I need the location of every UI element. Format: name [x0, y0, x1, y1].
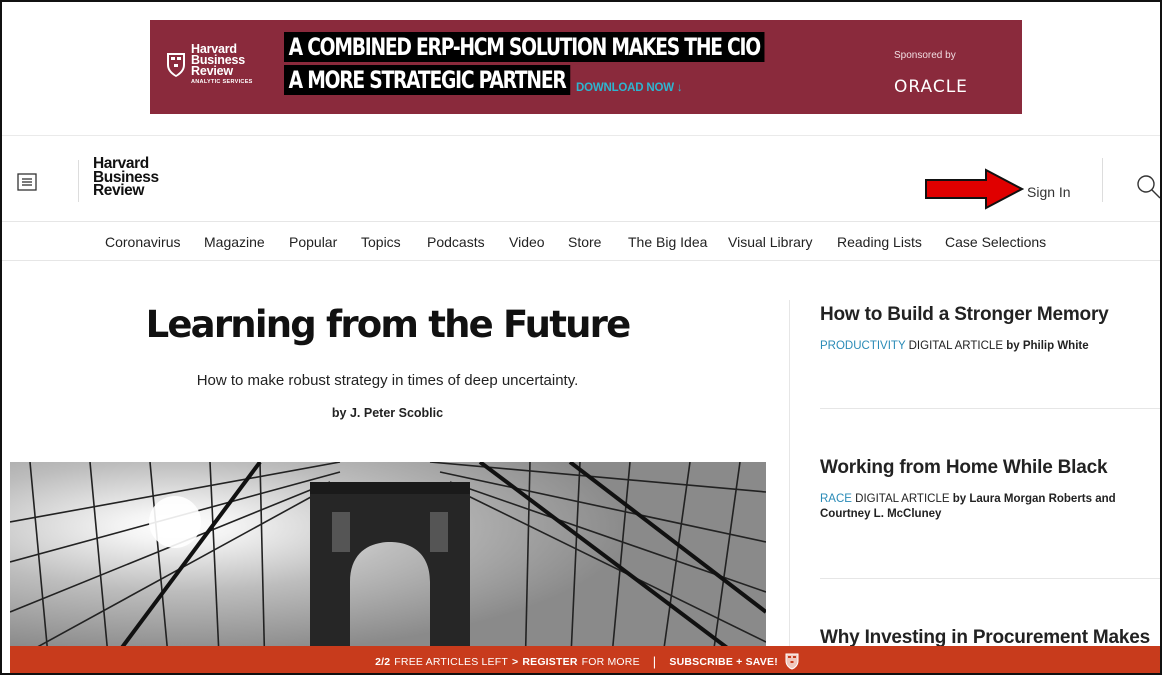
story-type: DIGITAL ARTICLE	[908, 340, 1003, 352]
nav-item-reading-lists[interactable]: Reading Lists	[837, 234, 922, 250]
story-title[interactable]: How to Build a Stronger Memory	[820, 303, 1160, 327]
divider	[820, 578, 1160, 579]
register-link[interactable]: REGISTER	[522, 656, 577, 668]
divider	[2, 221, 1160, 222]
feature-image-bridge[interactable]	[10, 462, 766, 675]
story-meta: PRODUCTIVITY DIGITAL ARTICLE by Philip W…	[820, 339, 1160, 354]
chevron-right-icon: >	[511, 655, 519, 668]
divider	[2, 135, 1160, 136]
feature-title[interactable]: Learning from the Future	[2, 303, 773, 346]
nav-item-topics[interactable]: Topics	[361, 234, 401, 250]
ad-headline: A COMBINED ERP-HCM SOLUTION MAKES THE CI…	[284, 32, 765, 98]
story-title[interactable]: Working from Home While Black	[820, 456, 1160, 480]
ad-banner[interactable]: Harvard Business Review ANALYTIC SERVICE…	[150, 20, 1022, 114]
sign-in-link[interactable]: Sign In	[1027, 184, 1071, 200]
ad-logo-subtitle: ANALYTIC SERVICES	[191, 79, 253, 85]
ad-sponsored-by: Sponsored by	[894, 50, 956, 61]
search-icon[interactable]	[1136, 174, 1162, 200]
main-nav: Coronavirus Magazine Popular Topics Podc…	[2, 230, 1160, 258]
red-arrow-icon	[925, 168, 1024, 210]
story-topic-tag[interactable]: RACE	[820, 493, 852, 505]
hbr-logo[interactable]: Harvard Business Review	[93, 156, 159, 199]
ad-logo-line: Review	[191, 64, 233, 78]
separator: |	[652, 654, 657, 669]
subscribe-link[interactable]: SUBSCRIBE + SAVE!	[669, 656, 778, 668]
nav-item-the-big-idea[interactable]: The Big Idea	[628, 234, 707, 250]
story-topic-tag[interactable]: PRODUCTIVITY	[820, 340, 905, 352]
story-type: DIGITAL ARTICLE	[855, 493, 950, 505]
story-item: Working from Home While Black RACE DIGIT…	[820, 456, 1160, 522]
ad-headline-line-1: A COMBINED ERP-HCM SOLUTION MAKES THE CI…	[284, 32, 765, 62]
feature-dek: How to make robust strategy in times of …	[196, 372, 579, 389]
logo-line: Review	[93, 182, 145, 199]
divider	[1102, 158, 1103, 202]
harvard-shield-icon	[785, 653, 799, 670]
nav-item-store[interactable]: Store	[568, 234, 601, 250]
nav-item-podcasts[interactable]: Podcasts	[427, 234, 485, 250]
articles-left-text: FREE ARTICLES LEFT	[394, 655, 508, 668]
nav-item-coronavirus[interactable]: Coronavirus	[105, 234, 180, 250]
divider	[820, 408, 1160, 409]
nav-item-magazine[interactable]: Magazine	[204, 234, 265, 250]
divider	[78, 160, 79, 202]
story-author[interactable]: by Philip White	[1006, 340, 1088, 352]
browser-viewport: Harvard Business Review ANALYTIC SERVICE…	[0, 0, 1162, 675]
story-meta: RACE DIGITAL ARTICLE by Laura Morgan Rob…	[820, 492, 1160, 522]
harvard-shield-icon	[167, 52, 185, 77]
ad-headline-line-2: A MORE STRATEGIC PARTNER	[284, 65, 571, 95]
nav-item-popular[interactable]: Popular	[289, 234, 337, 250]
nav-item-case-selections[interactable]: Case Selections	[945, 234, 1046, 250]
for-more-text: FOR MORE	[581, 655, 640, 668]
menu-icon[interactable]	[17, 173, 37, 191]
ad-download-link[interactable]: DOWNLOAD NOW ↓	[576, 82, 683, 94]
feature-byline[interactable]: by J. Peter Scoblic	[2, 406, 773, 420]
nav-item-visual-library[interactable]: Visual Library	[728, 234, 813, 250]
column-divider	[789, 300, 790, 673]
story-item: How to Build a Stronger Memory PRODUCTIV…	[820, 303, 1160, 354]
ad-hbr-logo: Harvard Business Review ANALYTIC SERVICE…	[166, 43, 253, 85]
divider	[2, 260, 1160, 261]
ad-sponsor-logo: ORACLE	[894, 77, 968, 97]
nav-item-video[interactable]: Video	[509, 234, 545, 250]
articles-count: 2/2	[375, 655, 391, 668]
paywall-bar: 2/2 FREE ARTICLES LEFT > REGISTER FOR MO…	[10, 646, 1160, 673]
